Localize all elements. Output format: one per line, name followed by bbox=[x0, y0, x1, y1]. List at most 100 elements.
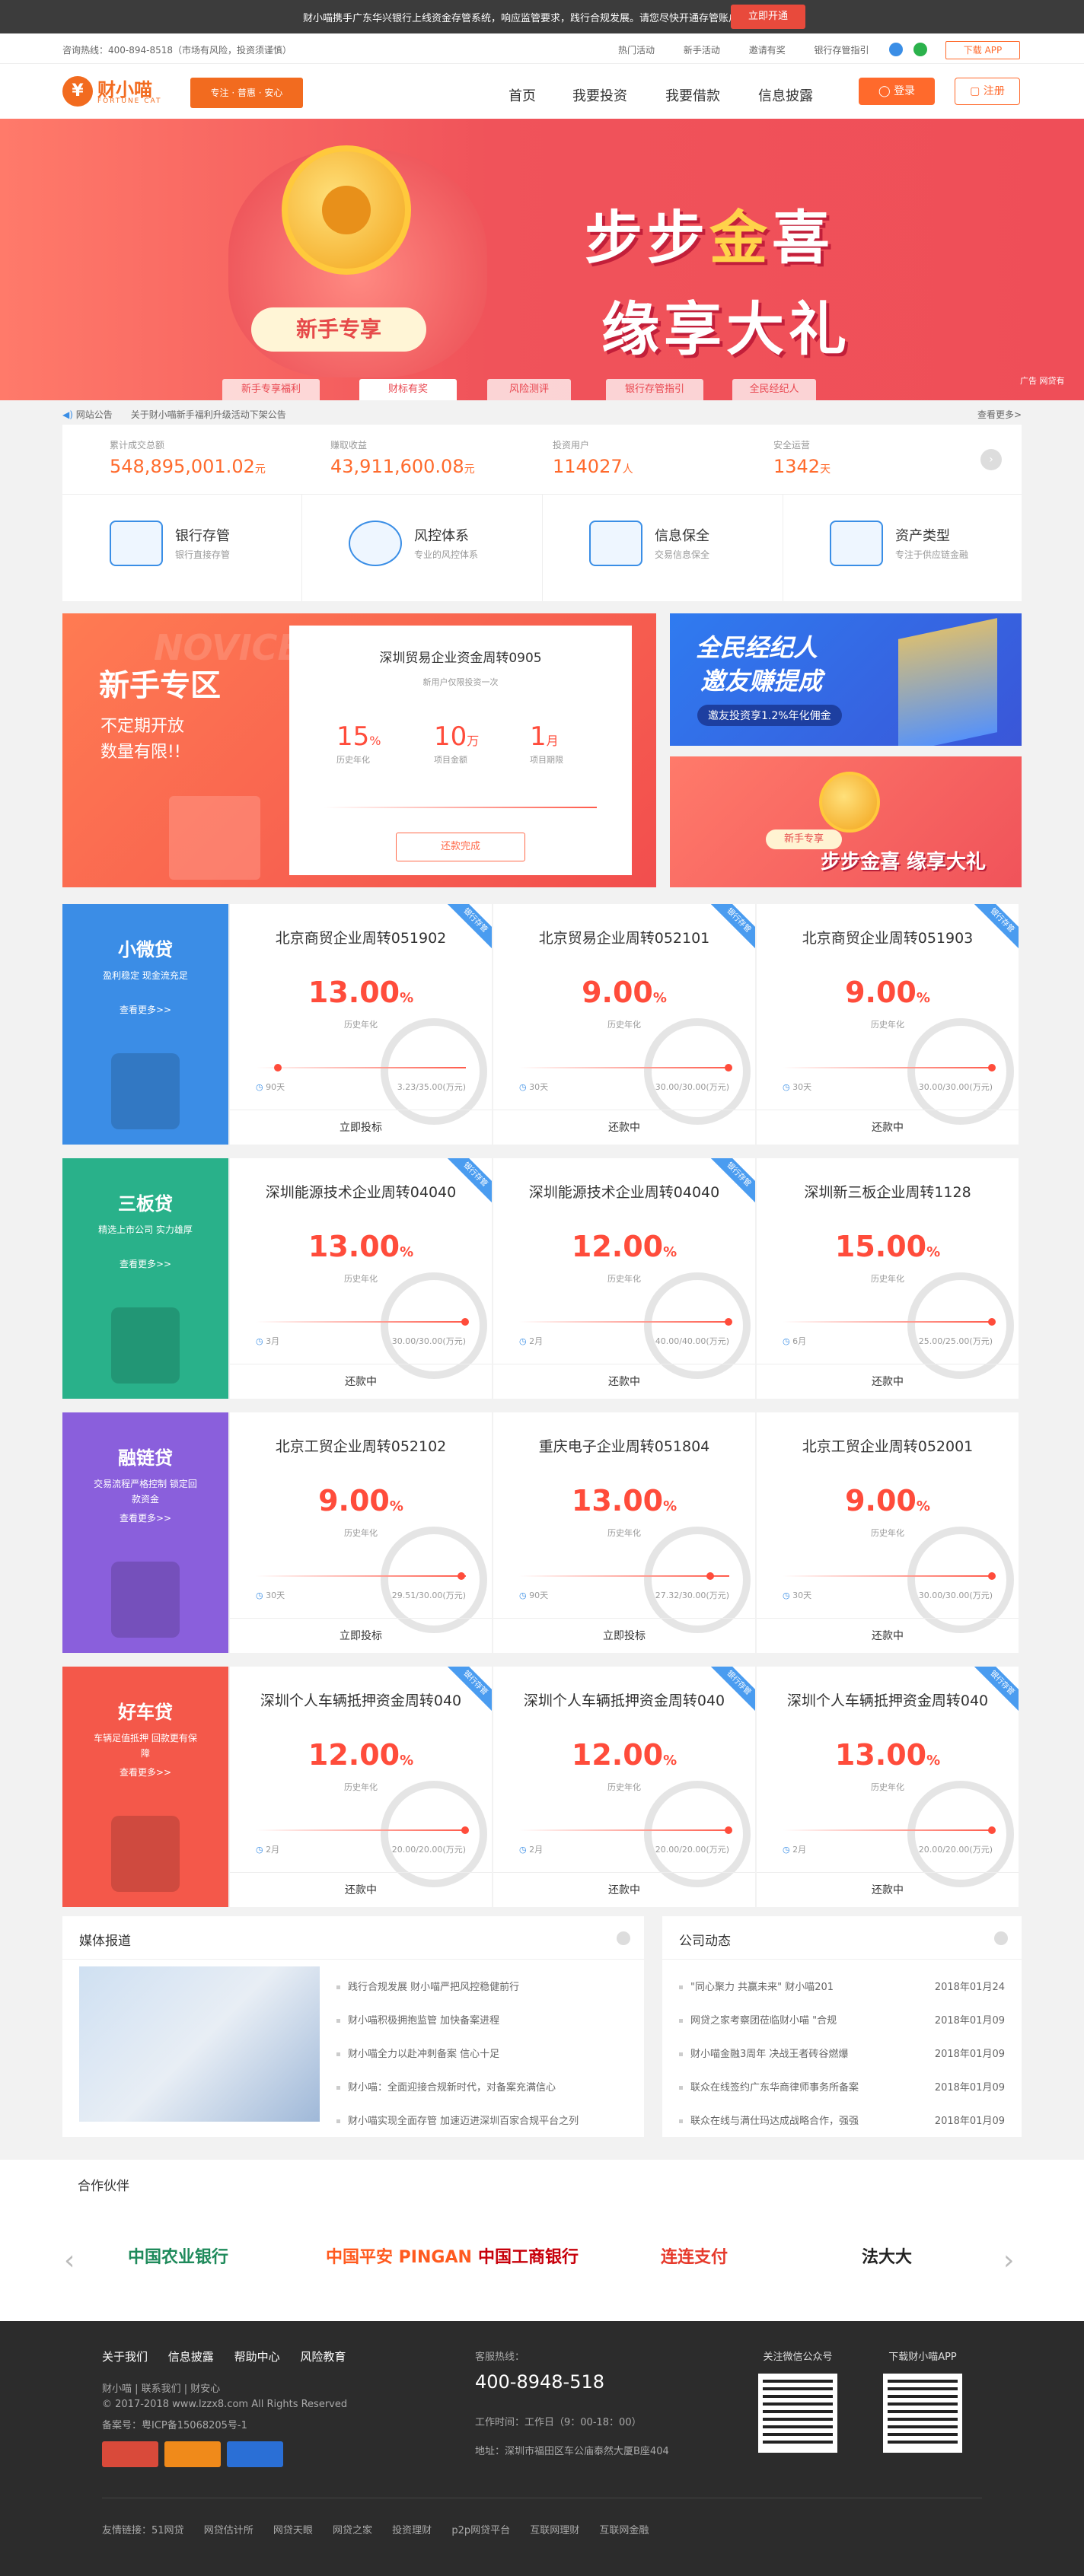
media-item[interactable]: 财小喵积极拥抱监管 加快备案进程 bbox=[336, 2012, 499, 2027]
stats-next-arrow-icon[interactable]: › bbox=[980, 449, 1002, 470]
company-item[interactable]: 联众在线与满仕玛达成战略合作，强强 bbox=[679, 2113, 859, 2127]
register-button[interactable]: ▢ 注册 bbox=[955, 78, 1020, 105]
footer-link-about[interactable]: 关于我们 bbox=[102, 2350, 148, 2364]
product-card[interactable]: 银行存管 北京商贸企业周转051902 13.00% 历史年化 ◷ 90天 3.23/35… bbox=[230, 904, 492, 1145]
banner-tab-3[interactable]: 风险测评 bbox=[487, 379, 571, 400]
nav-disclosure[interactable]: 信息披露 bbox=[758, 85, 813, 105]
footer-link-disclosure[interactable]: 信息披露 bbox=[168, 2350, 214, 2364]
logo[interactable]: ¥ 财小喵 FORTUNE CAT bbox=[62, 73, 177, 110]
company-item[interactable]: 网贷之家考察团莅临财小喵 "合规 bbox=[679, 2012, 837, 2027]
company-item[interactable]: "同心聚力 共赢未来" 财小喵201 bbox=[679, 1979, 834, 1993]
friend-link[interactable]: 网贷估计所 bbox=[204, 2525, 253, 2536]
speaker-icon: ◀) bbox=[62, 409, 76, 420]
banner-tab-5[interactable]: 全民经纪人 bbox=[732, 379, 816, 400]
novice-product-card[interactable]: 深圳贸易企业资金周转0905 新用户仅限投资一次 15% 历史年化 10万 项目金额… bbox=[289, 626, 632, 875]
footer-link-help[interactable]: 帮助中心 bbox=[234, 2350, 280, 2364]
product-card[interactable]: 银行存管 深圳个人车辆抵押资金周转040 12.00% 历史年化 ◷ 2月 20.00/2… bbox=[230, 1667, 492, 1907]
penguin-icon[interactable] bbox=[889, 43, 903, 56]
footer-sub-links[interactable]: 财小喵 | 联系我们 | 财安心 bbox=[102, 2380, 220, 2395]
category-more-link[interactable]: 查看更多>> bbox=[62, 1003, 228, 1016]
product-action-button[interactable]: 还款中 bbox=[757, 1872, 1019, 1907]
nav-invest[interactable]: 我要投资 bbox=[572, 85, 627, 105]
category-more-link[interactable]: 查看更多>> bbox=[62, 1511, 228, 1524]
login-button[interactable]: ◯ 登录 bbox=[859, 78, 935, 105]
company-more-icon[interactable] bbox=[994, 1931, 1008, 1945]
company-item[interactable]: 联众在线签约广东华商律师事务所备案 bbox=[679, 2079, 859, 2094]
friend-link[interactable]: 网贷天眼 bbox=[273, 2525, 313, 2536]
category-more-link[interactable]: 查看更多>> bbox=[62, 1257, 228, 1270]
partner-logo-lianlian[interactable]: 连连支付 bbox=[661, 2243, 728, 2275]
product-card[interactable]: 北京工贸企业周转052001 9.00% 历史年化 ◷ 30天 30.00/30.00(… bbox=[757, 1412, 1019, 1653]
product-action-button[interactable]: 还款中 bbox=[230, 1872, 492, 1907]
referral-promo-banner[interactable]: 全民经纪人 邀友赚提成 邀友投资享1.2%年化佣金 bbox=[670, 613, 1022, 746]
product-card[interactable]: 银行存管 深圳个人车辆抵押资金周转040 13.00% 历史年化 ◷ 2月 20.00/2… bbox=[757, 1667, 1019, 1907]
banner-tab-2[interactable]: 财标有奖 bbox=[359, 379, 457, 400]
friend-link[interactable]: 互联网金融 bbox=[599, 2525, 649, 2536]
nav-home[interactable]: 首页 bbox=[509, 85, 536, 105]
media-item[interactable]: 财小喵实现全面存管 加速迈进深圳百家合规平台之列 bbox=[336, 2113, 579, 2127]
gauge-icon bbox=[349, 521, 402, 566]
product-section: 小微贷 盈利稳定 现金流充足 查看更多>> 银行存管 北京商贸企业周转051902 13.… bbox=[62, 904, 1022, 1145]
product-action-button[interactable]: 立即投标 bbox=[230, 1110, 492, 1145]
product-rate: 15.00% bbox=[834, 1230, 941, 1263]
partner-logo-icbc[interactable]: 中国工商银行 bbox=[478, 2243, 579, 2275]
open-account-button[interactable]: 立即开通 bbox=[731, 5, 805, 29]
announcement-more[interactable]: 查看更多> bbox=[977, 408, 1022, 421]
product-progress-dot bbox=[461, 1826, 469, 1834]
media-item[interactable]: 财小喵全力以赴冲刺备案 信心十足 bbox=[336, 2046, 499, 2060]
partner-logo-fadada[interactable]: 法大大 bbox=[862, 2243, 912, 2275]
product-action-button[interactable]: 还款中 bbox=[493, 1364, 755, 1399]
announcement-text[interactable]: 关于财小喵新手福利升级活动下架公告 bbox=[131, 409, 286, 420]
product-card[interactable]: 重庆电子企业周转051804 13.00% 历史年化 ◷ 90天 27.32/30.00… bbox=[493, 1412, 755, 1653]
product-card[interactable]: 银行存管 深圳能源技术企业周转04040 12.00% 历史年化 ◷ 2月 40.00/4… bbox=[493, 1158, 755, 1399]
product-card[interactable]: 银行存管 深圳能源技术企业周转04040 13.00% 历史年化 ◷ 3月 30.00/3… bbox=[230, 1158, 492, 1399]
product-action-button[interactable]: 立即投标 bbox=[230, 1618, 492, 1653]
product-action-button[interactable]: 还款中 bbox=[493, 1110, 755, 1145]
product-action-button[interactable]: 还款中 bbox=[230, 1364, 492, 1399]
hot-activity-link[interactable]: 热门活动 bbox=[618, 45, 655, 56]
invite-link[interactable]: 邀请有奖 bbox=[749, 45, 786, 56]
product-card[interactable]: 银行存管 深圳个人车辆抵押资金周转040 12.00% 历史年化 ◷ 2月 20.00/2… bbox=[493, 1667, 755, 1907]
download-app-button[interactable]: 下载 APP bbox=[945, 41, 1020, 59]
category-panel[interactable]: 好车贷 车辆足值抵押 回款更有保障 查看更多>> bbox=[62, 1667, 228, 1907]
novice-action-button[interactable]: 还款完成 bbox=[396, 833, 525, 861]
product-progress-track bbox=[256, 1575, 466, 1577]
product-action-button[interactable]: 还款中 bbox=[757, 1618, 1019, 1653]
banner-tab-4[interactable]: 银行存管指引 bbox=[606, 379, 703, 400]
category-panel[interactable]: 融链贷 交易流程严格控制 锁定回款资金 查看更多>> bbox=[62, 1412, 228, 1653]
product-card[interactable]: 北京工贸企业周转052102 9.00% 历史年化 ◷ 30天 29.51/30.00(… bbox=[230, 1412, 492, 1653]
product-card[interactable]: 银行存管 北京贸易企业周转052101 9.00% 历史年化 ◷ 30天 30.00/30… bbox=[493, 904, 755, 1145]
trust-badges[interactable] bbox=[102, 2441, 300, 2469]
product-action-button[interactable]: 还款中 bbox=[757, 1110, 1019, 1145]
footer-link-risk[interactable]: 风险教育 bbox=[300, 2350, 346, 2364]
friend-link[interactable]: 互联网理财 bbox=[530, 2525, 579, 2536]
nav-borrow[interactable]: 我要借款 bbox=[665, 85, 720, 105]
novice-promo-banner[interactable]: 新手专享 步步金喜 缘享大礼 bbox=[670, 756, 1022, 887]
product-action-button[interactable]: 立即投标 bbox=[493, 1618, 755, 1653]
novice-activity-link[interactable]: 新手活动 bbox=[684, 45, 720, 56]
hero-banner[interactable]: 新手专享 步步金喜 缘享大礼 新手专享福利 财标有奖 风险测评 银行存管指引 全… bbox=[0, 119, 1084, 400]
partner-logo-abc[interactable]: 中国农业银行 bbox=[128, 2243, 228, 2275]
friend-link[interactable]: p2p网贷平台 bbox=[451, 2525, 510, 2536]
company-item[interactable]: 财小喵金融3周年 决战王者砖谷燃爆 bbox=[679, 2046, 848, 2060]
partners-prev-icon[interactable]: ‹ bbox=[64, 2245, 75, 2276]
category-panel[interactable]: 小微贷 盈利稳定 现金流充足 查看更多>> bbox=[62, 904, 228, 1145]
bank-guide-link[interactable]: 银行存管指引 bbox=[815, 45, 869, 56]
product-action-button[interactable]: 还款中 bbox=[493, 1872, 755, 1907]
product-card[interactable]: 银行存管 北京商贸企业周转051903 9.00% 历史年化 ◷ 30天 30.00/30… bbox=[757, 904, 1019, 1145]
media-item[interactable]: 践行合规发展 财小喵严把风控稳健前行 bbox=[336, 1979, 519, 1993]
banner-tab-1[interactable]: 新手专享福利 bbox=[222, 379, 320, 400]
partner-logo-pingan[interactable]: 中国平安 PINGAN bbox=[326, 2243, 472, 2275]
category-more-link[interactable]: 查看更多>> bbox=[62, 1766, 228, 1778]
badge-icon bbox=[164, 2441, 221, 2467]
friend-link[interactable]: 友情链接：51网贷 bbox=[102, 2525, 184, 2536]
category-panel[interactable]: 三板贷 精选上市公司 实力雄厚 查看更多>> bbox=[62, 1158, 228, 1399]
product-action-button[interactable]: 还款中 bbox=[757, 1364, 1019, 1399]
partners-next-icon[interactable]: › bbox=[1003, 2245, 1014, 2276]
friend-link[interactable]: 网贷之家 bbox=[333, 2525, 372, 2536]
media-item[interactable]: 财小喵：全面迎接合规新时代，对备案充满信心 bbox=[336, 2079, 556, 2094]
product-card[interactable]: 深圳新三板企业周转1128 15.00% 历史年化 ◷ 6月 25.00/25.00(万… bbox=[757, 1158, 1019, 1399]
wechat-icon[interactable] bbox=[913, 43, 927, 56]
friend-link[interactable]: 投资理财 bbox=[392, 2525, 432, 2536]
media-more-icon[interactable] bbox=[617, 1931, 630, 1945]
